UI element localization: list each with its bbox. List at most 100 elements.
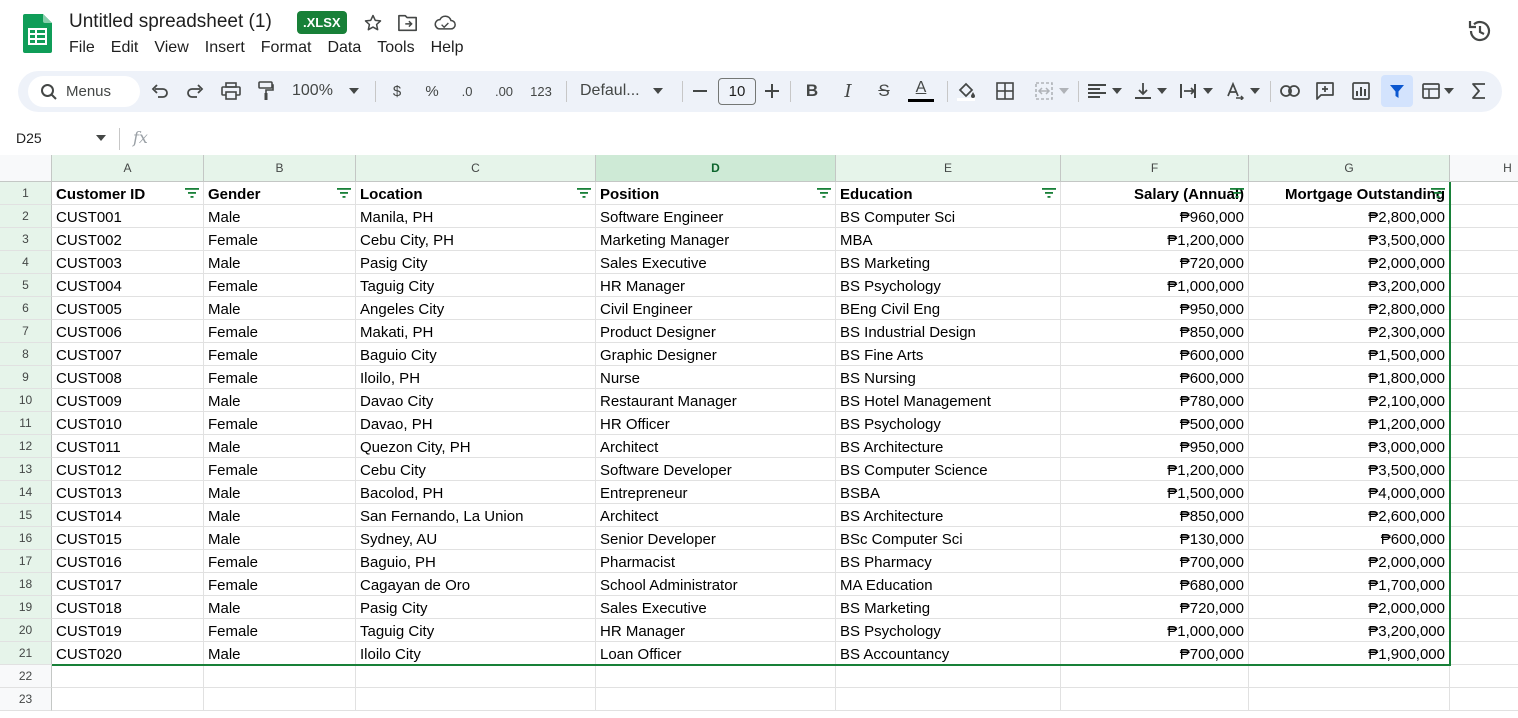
select-all-corner[interactable] [0,155,52,182]
column-header-a[interactable]: A [52,155,204,182]
text-wrapping-icon[interactable] [1178,79,1214,103]
table-cell[interactable]: Female [204,274,356,297]
table-cell[interactable]: CUST008 [52,366,204,389]
table-cell[interactable]: Female [204,366,356,389]
undo-icon[interactable] [150,79,170,103]
more-formats-button[interactable]: 123 [528,79,554,103]
version-history-icon[interactable] [1466,17,1494,45]
table-cell[interactable]: Davao City [356,389,596,412]
row-header[interactable]: 14 [0,481,52,504]
menu-file[interactable]: File [69,39,95,57]
row-header[interactable]: 19 [0,596,52,619]
table-cell[interactable]: BS Computer Sci [836,205,1061,228]
insert-comment-icon[interactable] [1314,79,1336,103]
table-cell[interactable] [1450,412,1518,435]
table-cell[interactable]: ₱1,500,000 [1061,481,1249,504]
table-cell[interactable]: Male [204,205,356,228]
row-header[interactable]: 12 [0,435,52,458]
header-cell[interactable]: Position [596,182,836,205]
row-header[interactable]: 6 [0,297,52,320]
table-cell[interactable]: Marketing Manager [596,228,836,251]
table-cell[interactable] [1249,665,1450,688]
move-folder-icon[interactable] [397,12,419,34]
font-size-input[interactable]: 10 [718,78,756,105]
table-cell[interactable]: Software Engineer [596,205,836,228]
filter-views-icon[interactable] [1420,79,1456,103]
table-cell[interactable]: Manila, PH [356,205,596,228]
table-cell[interactable]: Architect [596,504,836,527]
table-cell[interactable]: School Administrator [596,573,836,596]
table-cell[interactable] [356,688,596,711]
table-cell[interactable]: Architect [596,435,836,458]
table-cell[interactable]: CUST018 [52,596,204,619]
table-cell[interactable]: BS Computer Science [836,458,1061,481]
table-cell[interactable]: ₱700,000 [1061,550,1249,573]
table-cell[interactable]: Female [204,573,356,596]
table-cell[interactable]: CUST007 [52,343,204,366]
document-title[interactable]: Untitled spreadsheet (1) [69,11,272,33]
table-cell[interactable]: Baguio City [356,343,596,366]
table-cell[interactable]: CUST019 [52,619,204,642]
table-cell[interactable]: ₱3,200,000 [1249,619,1450,642]
header-cell[interactable]: Gender [204,182,356,205]
table-cell[interactable] [52,665,204,688]
table-cell[interactable] [1450,642,1518,665]
table-cell[interactable] [1061,665,1249,688]
name-box[interactable]: D25 [16,130,42,146]
table-cell[interactable] [204,688,356,711]
table-cell[interactable]: CUST013 [52,481,204,504]
table-cell[interactable]: CUST002 [52,228,204,251]
table-cell[interactable]: Pasig City [356,596,596,619]
table-cell[interactable]: BS Hotel Management [836,389,1061,412]
table-cell[interactable] [1450,205,1518,228]
table-cell[interactable]: ₱1,700,000 [1249,573,1450,596]
table-cell[interactable]: ₱1,000,000 [1061,619,1249,642]
chevron-down-icon[interactable] [96,135,106,141]
table-cell[interactable]: Male [204,435,356,458]
menu-data[interactable]: Data [327,39,361,57]
increase-font-size-icon[interactable] [763,79,781,103]
table-cell[interactable]: Pasig City [356,251,596,274]
table-cell[interactable]: Makati, PH [356,320,596,343]
table-cell[interactable]: Cebu City, PH [356,228,596,251]
fill-color-icon[interactable] [955,79,977,103]
filter-icon[interactable] [1386,79,1408,103]
table-cell[interactable]: Software Developer [596,458,836,481]
table-cell[interactable]: BS Accountancy [836,642,1061,665]
table-cell[interactable]: Female [204,619,356,642]
menu-format[interactable]: Format [261,39,312,57]
row-header[interactable]: 13 [0,458,52,481]
table-cell[interactable]: Nurse [596,366,836,389]
table-cell[interactable]: Quezon City, PH [356,435,596,458]
table-cell[interactable]: CUST016 [52,550,204,573]
table-cell[interactable]: Sales Executive [596,596,836,619]
row-header[interactable]: 21 [0,642,52,665]
table-cell[interactable]: ₱2,800,000 [1249,297,1450,320]
menu-view[interactable]: View [154,39,188,57]
table-cell[interactable]: Davao, PH [356,412,596,435]
table-cell[interactable]: San Fernando, La Union [356,504,596,527]
table-cell[interactable]: ₱950,000 [1061,297,1249,320]
table-cell[interactable]: CUST004 [52,274,204,297]
table-cell[interactable]: ₱3,000,000 [1249,435,1450,458]
table-cell[interactable] [1450,458,1518,481]
table-cell[interactable] [1450,320,1518,343]
table-cell[interactable]: Loan Officer [596,642,836,665]
table-cell[interactable]: ₱2,800,000 [1249,205,1450,228]
table-cell[interactable] [1450,182,1518,205]
table-cell[interactable]: Cebu City [356,458,596,481]
row-header[interactable]: 18 [0,573,52,596]
menu-tools[interactable]: Tools [377,39,414,57]
table-cell[interactable]: CUST001 [52,205,204,228]
decrease-decimal-button[interactable]: .0 [454,79,480,103]
table-cell[interactable] [1061,688,1249,711]
table-cell[interactable]: Female [204,320,356,343]
table-cell[interactable]: BS Psychology [836,412,1061,435]
table-cell[interactable]: Female [204,458,356,481]
table-cell[interactable]: Cagayan de Oro [356,573,596,596]
table-cell[interactable]: Female [204,343,356,366]
column-header-c[interactable]: C [356,155,596,182]
table-cell[interactable]: ₱780,000 [1061,389,1249,412]
table-cell[interactable]: ₱1,200,000 [1061,458,1249,481]
table-cell[interactable]: Male [204,642,356,665]
